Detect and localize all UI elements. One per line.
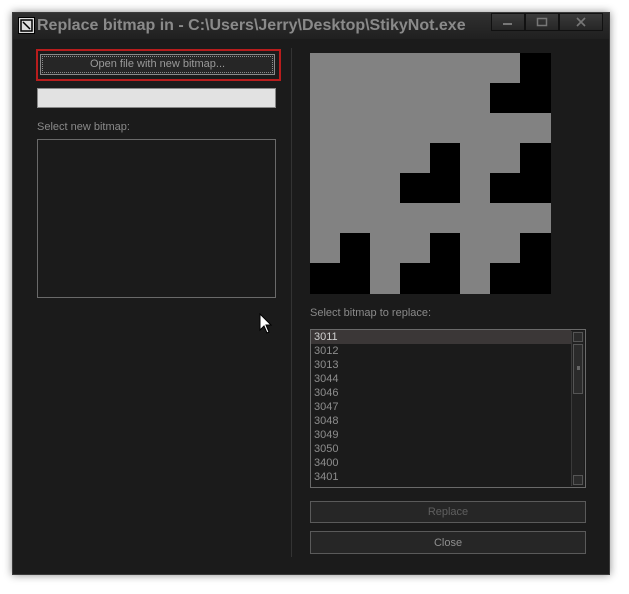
bitmap-list-item[interactable]: 3011	[311, 330, 571, 344]
scroll-up-arrow[interactable]	[573, 332, 583, 342]
bitmap-list-item[interactable]: 3047	[311, 400, 571, 414]
scroll-thumb[interactable]	[573, 344, 583, 394]
maximize-button[interactable]	[525, 13, 559, 31]
bitmap-list-item[interactable]: 3013	[311, 358, 571, 372]
bitmap-list-item[interactable]: 3049	[311, 428, 571, 442]
list-scrollbar[interactable]	[571, 331, 584, 486]
select-bitmap-to-replace-label: Select bitmap to replace:	[310, 307, 432, 319]
bitmap-list-item[interactable]: 3012	[311, 344, 571, 358]
scroll-down-arrow[interactable]	[573, 475, 583, 485]
minimize-icon	[503, 23, 512, 25]
bitmap-list-item[interactable]: 3046	[311, 386, 571, 400]
close-window-button[interactable]	[559, 13, 603, 31]
file-path-field[interactable]	[37, 88, 276, 108]
bitmap-preview	[310, 53, 551, 294]
bitmap-list-item[interactable]: 3050	[311, 442, 571, 456]
panel-divider	[291, 48, 292, 557]
bitmap-preview-image	[310, 53, 551, 294]
app-icon[interactable]	[18, 17, 35, 34]
window-title: Replace bitmap in - C:\Users\Jerry\Deskt…	[37, 17, 466, 34]
bitmap-list-item[interactable]: 3401	[311, 470, 571, 484]
open-file-button[interactable]: Open file with new bitmap...	[40, 54, 275, 75]
select-new-bitmap-label: Select new bitmap:	[37, 121, 130, 133]
bitmap-list-item[interactable]: 3400	[311, 456, 571, 470]
minimize-button[interactable]	[491, 13, 525, 31]
bitmap-replace-list[interactable]: 3011 3012 3013 3044 3046 3047 3048 3049 3050 3400…	[310, 329, 586, 488]
bitmap-list-item[interactable]: 3048	[311, 414, 571, 428]
scroll-grip-icon	[577, 366, 580, 370]
mouse-cursor-icon	[259, 313, 273, 334]
replace-button[interactable]: Replace	[310, 501, 586, 523]
replace-bitmap-dialog: Replace bitmap in - C:\Users\Jerry\Deskt…	[12, 12, 610, 575]
open-file-button-label: Open file with new bitmap...	[42, 56, 273, 73]
close-button[interactable]: Close	[310, 531, 586, 554]
maximize-icon	[536, 17, 548, 27]
bitmap-list-item[interactable]: 3044	[311, 372, 571, 386]
close-icon	[576, 17, 586, 27]
title-bar[interactable]: Replace bitmap in - C:\Users\Jerry\Deskt…	[13, 13, 609, 39]
new-bitmap-list[interactable]	[37, 139, 276, 298]
